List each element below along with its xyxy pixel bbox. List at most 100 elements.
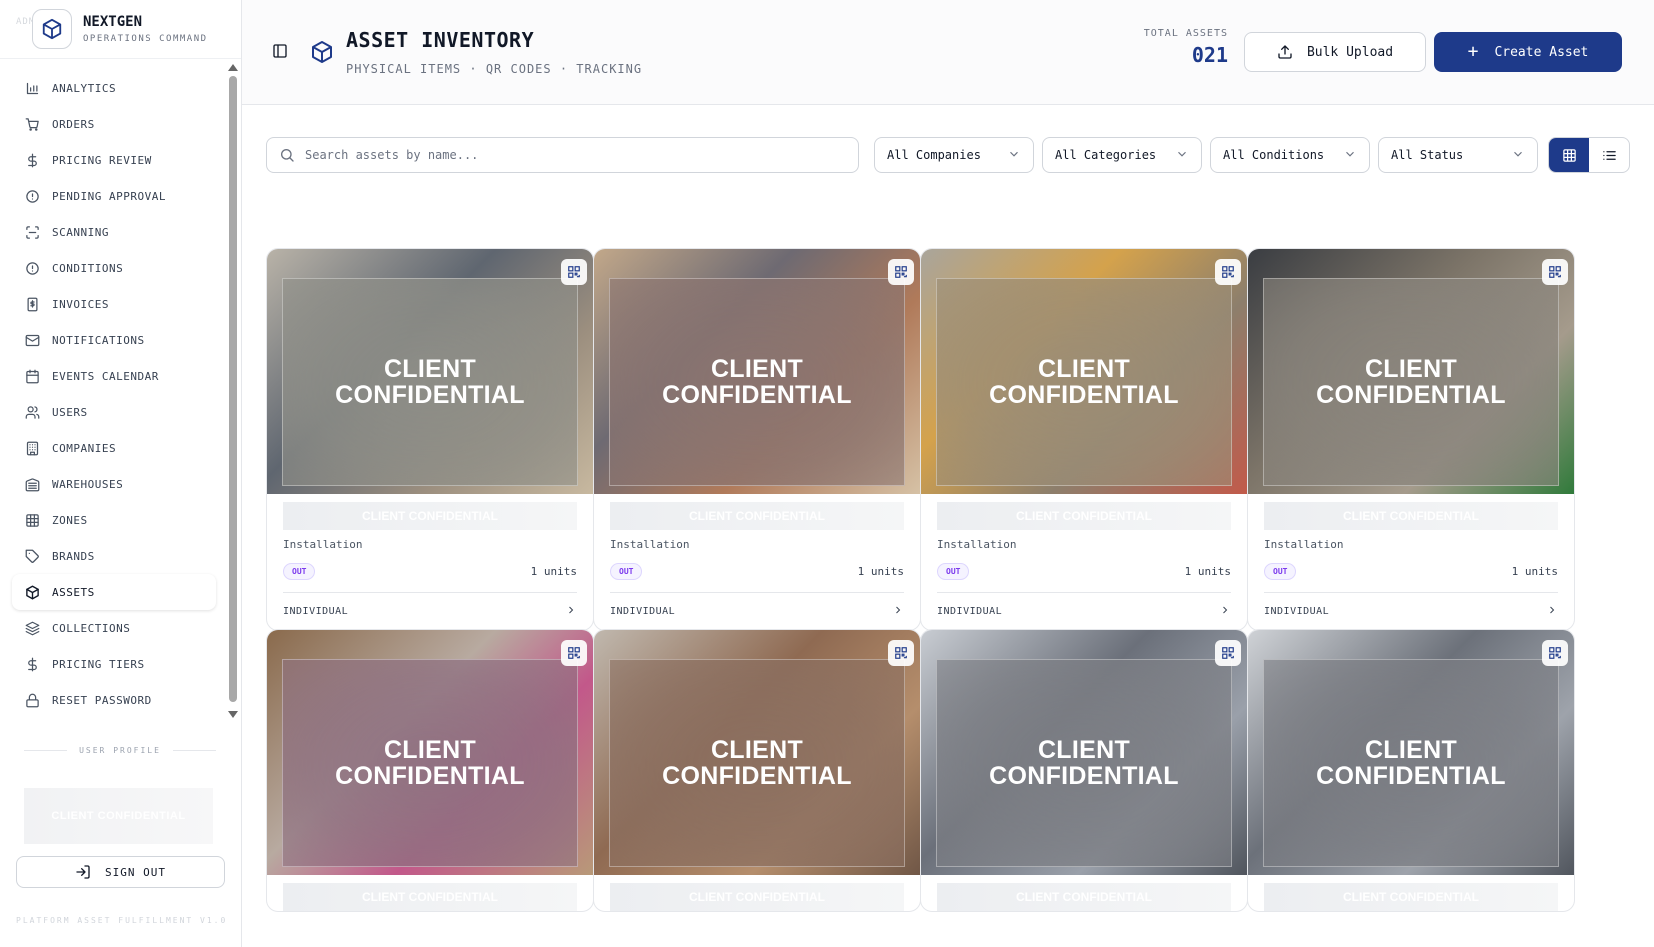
scroll-thumb[interactable]	[229, 76, 237, 702]
chevron-right-icon	[1219, 604, 1231, 619]
building-icon	[24, 440, 40, 456]
sidebar-item-brands[interactable]: BRANDS	[12, 538, 216, 574]
users-icon	[24, 404, 40, 420]
sidebar-item-users[interactable]: USERS	[12, 394, 216, 430]
upload-icon	[1277, 44, 1293, 60]
asset-card-footer[interactable]: INDIVIDUAL	[937, 592, 1231, 630]
asset-image: CLIENT CONFIDENTIAL	[1248, 630, 1574, 875]
bulk-upload-button[interactable]: Bulk Upload	[1244, 32, 1426, 72]
asset-category: Installation	[937, 538, 1017, 551]
create-asset-button[interactable]: + Create Asset	[1434, 32, 1622, 72]
sidebar-item-assets[interactable]: ASSETS	[12, 574, 216, 610]
qr-code-icon[interactable]	[888, 640, 914, 666]
sidebar-item-collections[interactable]: COLLECTIONS	[12, 610, 216, 646]
sidebar-item-label: WAREHOUSES	[52, 477, 124, 491]
status-badge: OUT	[937, 563, 970, 580]
filter-bar: All Companies All Categories All Conditi…	[266, 137, 1630, 173]
user-profile-divider: USER PROFILE	[24, 746, 217, 755]
asset-units: 1 units	[1511, 565, 1558, 578]
sidebar-item-companies[interactable]: COMPANIES	[12, 430, 216, 466]
asset-card[interactable]: CLIENT CONFIDENTIAL CLIENT CONFIDENTIAL	[593, 629, 921, 912]
asset-card[interactable]: CLIENT CONFIDENTIAL CLIENT CONFIDENTIAL …	[266, 248, 594, 631]
asset-card-footer[interactable]: INDIVIDUAL	[283, 592, 577, 630]
asset-name: CLIENT CONFIDENTIAL	[283, 883, 577, 911]
asset-card[interactable]: CLIENT CONFIDENTIAL CLIENT CONFIDENTIAL	[920, 629, 1248, 912]
asset-card-footer[interactable]: INDIVIDUAL	[1264, 592, 1558, 630]
scroll-up-arrow-icon[interactable]	[228, 64, 238, 71]
chevron-down-icon	[1175, 147, 1189, 164]
qr-code-icon[interactable]	[1542, 259, 1568, 285]
asset-card-body: CLIENT CONFIDENTIAL	[594, 875, 920, 911]
status-select[interactable]: All Status	[1378, 137, 1538, 173]
sidebar-toggle-icon[interactable]	[272, 43, 288, 63]
asset-name: CLIENT CONFIDENTIAL	[1264, 502, 1558, 530]
sidebar-item-events-calendar[interactable]: EVENTS CALENDAR	[12, 358, 216, 394]
asset-card[interactable]: CLIENT CONFIDENTIAL CLIENT CONFIDENTIAL …	[920, 248, 1248, 631]
chevron-right-icon	[1546, 604, 1558, 619]
confidential-overlay: CLIENT CONFIDENTIAL	[282, 659, 578, 867]
sidebar-item-notifications[interactable]: NOTIFICATIONS	[12, 322, 216, 358]
layers-icon	[24, 620, 40, 636]
create-asset-label: Create Asset	[1494, 44, 1589, 60]
sidebar-item-warehouses[interactable]: WAREHOUSES	[12, 466, 216, 502]
conditions-select-value: All Conditions	[1223, 148, 1325, 162]
asset-card[interactable]: CLIENT CONFIDENTIAL CLIENT CONFIDENTIAL …	[593, 248, 921, 631]
sidebar-item-pricing-tiers[interactable]: PRICING TIERS	[12, 646, 216, 682]
dollar-icon	[24, 656, 40, 672]
grid-view-button[interactable]	[1549, 138, 1589, 172]
conditions-select[interactable]: All Conditions	[1210, 137, 1370, 173]
brand-name: NEXTGEN	[83, 14, 143, 30]
sidebar-item-analytics[interactable]: ANALYTICS	[12, 70, 216, 106]
sidebar-item-orders[interactable]: ORDERS	[12, 106, 216, 142]
list-view-button[interactable]	[1589, 138, 1629, 172]
asset-image: CLIENT CONFIDENTIAL	[1248, 249, 1574, 494]
qr-code-icon[interactable]	[1215, 259, 1241, 285]
sidebar-item-conditions[interactable]: CONDITIONS	[12, 250, 216, 286]
sidebar-item-scanning[interactable]: SCANNING	[12, 214, 216, 250]
sign-out-button[interactable]: SIGN OUT	[16, 856, 225, 888]
confidential-overlay: CLIENT CONFIDENTIAL	[282, 278, 578, 486]
asset-card-footer[interactable]: INDIVIDUAL	[610, 592, 904, 630]
sidebar-item-label: COLLECTIONS	[52, 621, 131, 635]
tracking-type: INDIVIDUAL	[283, 606, 349, 617]
companies-select[interactable]: All Companies	[874, 137, 1034, 173]
sidebar-item-label: USERS	[52, 405, 88, 419]
user-profile-card[interactable]: CLIENT CONFIDENTIAL	[24, 788, 213, 844]
asset-category: Installation	[283, 538, 363, 551]
tracking-type: INDIVIDUAL	[610, 606, 676, 617]
sidebar-item-label: ORDERS	[52, 117, 95, 131]
sidebar-item-invoices[interactable]: INVOICES	[12, 286, 216, 322]
qr-code-icon[interactable]	[561, 259, 587, 285]
chevron-down-icon	[1511, 147, 1525, 164]
sidebar-item-label: BRANDS	[52, 549, 95, 563]
qr-code-icon[interactable]	[561, 640, 587, 666]
sidebar-scrollbar[interactable]	[228, 62, 238, 718]
qr-code-icon[interactable]	[1215, 640, 1241, 666]
sidebar-item-zones[interactable]: ZONES	[12, 502, 216, 538]
asset-units: 1 units	[857, 565, 904, 578]
asset-name: CLIENT CONFIDENTIAL	[937, 502, 1231, 530]
asset-name: CLIENT CONFIDENTIAL	[610, 502, 904, 530]
sidebar-item-label: NOTIFICATIONS	[52, 333, 145, 347]
sidebar-item-label: INVOICES	[52, 297, 109, 311]
asset-card[interactable]: CLIENT CONFIDENTIAL CLIENT CONFIDENTIAL …	[1247, 248, 1575, 631]
search-box[interactable]	[266, 137, 859, 173]
asset-card[interactable]: CLIENT CONFIDENTIAL CLIENT CONFIDENTIAL	[266, 629, 594, 912]
sidebar-item-pricing-review[interactable]: PRICING REVIEW	[12, 142, 216, 178]
tracking-type: INDIVIDUAL	[937, 606, 1003, 617]
scroll-down-arrow-icon[interactable]	[228, 711, 238, 718]
sidebar-item-pending-approval[interactable]: PENDING APPROVAL	[12, 178, 216, 214]
sidebar-item-reset-password[interactable]: RESET PASSWORD	[12, 682, 216, 718]
view-toggle	[1548, 137, 1630, 173]
confidential-overlay: CLIENT CONFIDENTIAL	[936, 659, 1232, 867]
status-select-value: All Status	[1391, 148, 1464, 162]
sidebar-item-label: SCANNING	[52, 225, 109, 239]
mail-icon	[24, 332, 40, 348]
qr-code-icon[interactable]	[1542, 640, 1568, 666]
qr-code-icon[interactable]	[888, 259, 914, 285]
asset-card[interactable]: CLIENT CONFIDENTIAL CLIENT CONFIDENTIAL	[1247, 629, 1575, 912]
search-input[interactable]	[305, 148, 825, 162]
sidebar-item-label: COMPANIES	[52, 441, 117, 455]
categories-select[interactable]: All Categories	[1042, 137, 1202, 173]
bulk-upload-label: Bulk Upload	[1306, 44, 1394, 60]
